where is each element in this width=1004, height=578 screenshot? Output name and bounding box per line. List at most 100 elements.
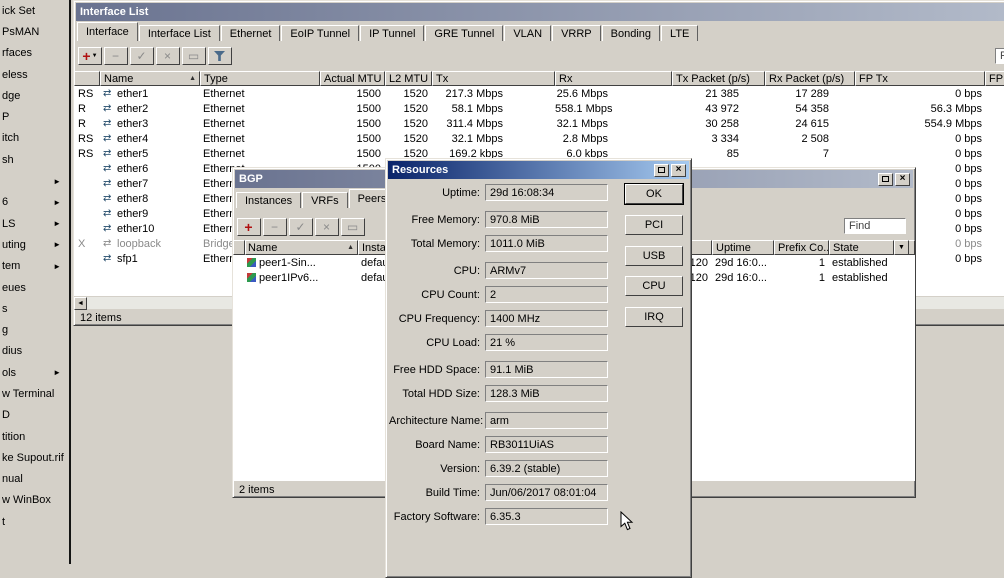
column-name[interactable]: Name ▲ [245,240,358,255]
interface-tab[interactable]: Interface List [139,25,220,41]
column-flags[interactable] [74,71,100,86]
sidebar-menu-item[interactable]: g [0,319,69,340]
interface-icon: ⇄ [103,253,115,264]
remove-button[interactable]: − [263,218,287,236]
filter-button[interactable] [208,47,232,65]
column-actual-mtu[interactable]: Actual MTU [320,71,385,86]
sidebar-menu-item[interactable]: 6 ► [0,192,69,213]
sidebar-menu-item[interactable]: eless [0,64,69,85]
column-selector-button[interactable]: ▼ [894,240,909,255]
sidebar-menu-item[interactable]: sh [0,149,69,170]
sidebar-menu-item[interactable]: LS ► [0,213,69,234]
sidebar-menu-item[interactable]: ► [0,170,69,191]
menu-item-label: rfaces [2,47,32,59]
enable-button[interactable]: ✓ [130,47,154,65]
field-label: Free HDD Space: [389,364,485,376]
resource-field-row: Total HDD Size: 128.3 MiB [389,385,691,402]
interface-row[interactable]: R ⇄ ether3 Ethernet 1500 1520 311.4 Mbps… [74,116,1004,131]
column-fp[interactable]: FP [985,71,1004,86]
add-button[interactable]: + [237,218,261,236]
sidebar-menu-item[interactable]: w Terminal [0,383,69,404]
cpu-button[interactable]: CPU [625,276,683,296]
sidebar-menu-item[interactable]: eues [0,277,69,298]
find-box[interactable]: Find [844,218,906,234]
cell-name: ⇄ ether2 [100,103,200,115]
bgp-tab[interactable]: Instances [236,192,301,208]
column-tx[interactable]: Tx [432,71,555,86]
bgp-tab[interactable]: VRFs [302,192,348,208]
sidebar-menu-item[interactable]: ols ► [0,362,69,383]
sidebar-menu-item[interactable]: s [0,298,69,319]
interface-window-titlebar[interactable]: Interface List [76,3,1004,21]
interface-tab[interactable]: Ethernet [221,25,281,41]
close-button[interactable]: × [671,164,686,177]
sidebar-menu-item[interactable]: t [0,511,69,532]
scroll-left-button[interactable]: ◄ [74,297,87,310]
sidebar-menu-item[interactable]: uting ► [0,234,69,255]
field-value-text: 1400 MHz [490,313,540,325]
sidebar-menu-item[interactable]: nual [0,469,69,490]
remove-button[interactable]: − [104,47,128,65]
column-l2-mtu[interactable]: L2 MTU [385,71,432,86]
comment-button[interactable]: ▭ [182,47,206,65]
interface-tab[interactable]: Interface [77,22,138,41]
sidebar-menu-item[interactable]: rfaces [0,43,69,64]
column-rx[interactable]: Rx [555,71,672,86]
sidebar-menu-item[interactable]: w WinBox [0,490,69,511]
add-button[interactable]: +▼ [78,47,102,65]
interface-row[interactable]: R ⇄ ether2 Ethernet 1500 1520 58.1 Mbps … [74,101,1004,116]
disable-button[interactable]: × [156,47,180,65]
column-tx-packet[interactable]: Tx Packet (p/s) [672,71,765,86]
interface-row[interactable]: RS ⇄ ether4 Ethernet 1500 1520 32.1 Mbps… [74,131,1004,146]
irq-button[interactable]: IRQ [625,307,683,327]
shade-button[interactable] [654,164,669,177]
resources-titlebar[interactable]: Resources × [388,161,689,179]
find-box[interactable]: Find [995,48,1004,64]
interface-tab[interactable]: Bonding [602,25,660,41]
interface-row[interactable]: RS ⇄ ether1 Ethernet 1500 1520 217.3 Mbp… [74,86,1004,101]
column-prefix-count[interactable]: Prefix Co... [774,240,829,255]
disable-button[interactable]: × [315,218,339,236]
field-value-text: 21 % [490,337,515,349]
sidebar-menu-item[interactable]: itch [0,128,69,149]
interface-tab[interactable]: IP Tunnel [360,25,424,41]
interface-tab[interactable]: EoIP Tunnel [281,25,359,41]
sidebar-menu-item[interactable]: PsMAN [0,21,69,42]
interface-tab[interactable]: VRRP [552,25,601,41]
sidebar-menu-item[interactable]: P [0,106,69,127]
pci-button[interactable]: PCI [625,215,683,235]
ok-button[interactable]: OK [625,184,683,204]
resources-body: Uptime: 29d 16:08:34 Free Memory: 970.8 … [386,179,691,559]
sidebar-menu-item[interactable]: ke Supout.rif [0,447,69,468]
window-title: Interface List [80,6,148,18]
column-fp-tx[interactable]: FP Tx [855,71,985,86]
field-label: Total Memory: [389,238,485,250]
sidebar-menu-item[interactable]: dge [0,85,69,106]
column-type[interactable]: Type [200,71,320,86]
cell-name: ⇄ ether7 [100,178,200,190]
close-button[interactable]: × [895,173,910,186]
column-name[interactable]: Name ▲ [100,71,200,86]
shade-button[interactable] [878,173,893,186]
usb-button[interactable]: USB [625,246,683,266]
comment-button[interactable]: ▭ [341,218,365,236]
field-label: Architecture Name: [389,415,485,427]
cell-type: Ethernet [200,148,320,160]
interface-tab[interactable]: GRE Tunnel [425,25,503,41]
interface-tab[interactable]: VLAN [504,25,551,41]
field-value: Jun/06/2017 08:01:04 [485,484,608,501]
cell-tx-packet: 3 334 [672,133,765,145]
cell-tx: 32.1 Mbps [432,133,555,145]
sidebar-menu-item[interactable]: dius [0,341,69,362]
column-uptime[interactable]: Uptime [712,240,774,255]
enable-button[interactable]: ✓ [289,218,313,236]
column-icon[interactable] [233,240,245,255]
field-label: CPU Frequency: [389,313,485,325]
sidebar-menu-item[interactable]: ick Set [0,0,69,21]
column-state[interactable]: State [829,240,894,255]
sidebar-menu-item[interactable]: tition [0,426,69,447]
sidebar-menu-item[interactable]: tem ► [0,256,69,277]
interface-tab[interactable]: LTE [661,25,698,41]
column-rx-packet[interactable]: Rx Packet (p/s) [765,71,855,86]
sidebar-menu-item[interactable]: D [0,405,69,426]
